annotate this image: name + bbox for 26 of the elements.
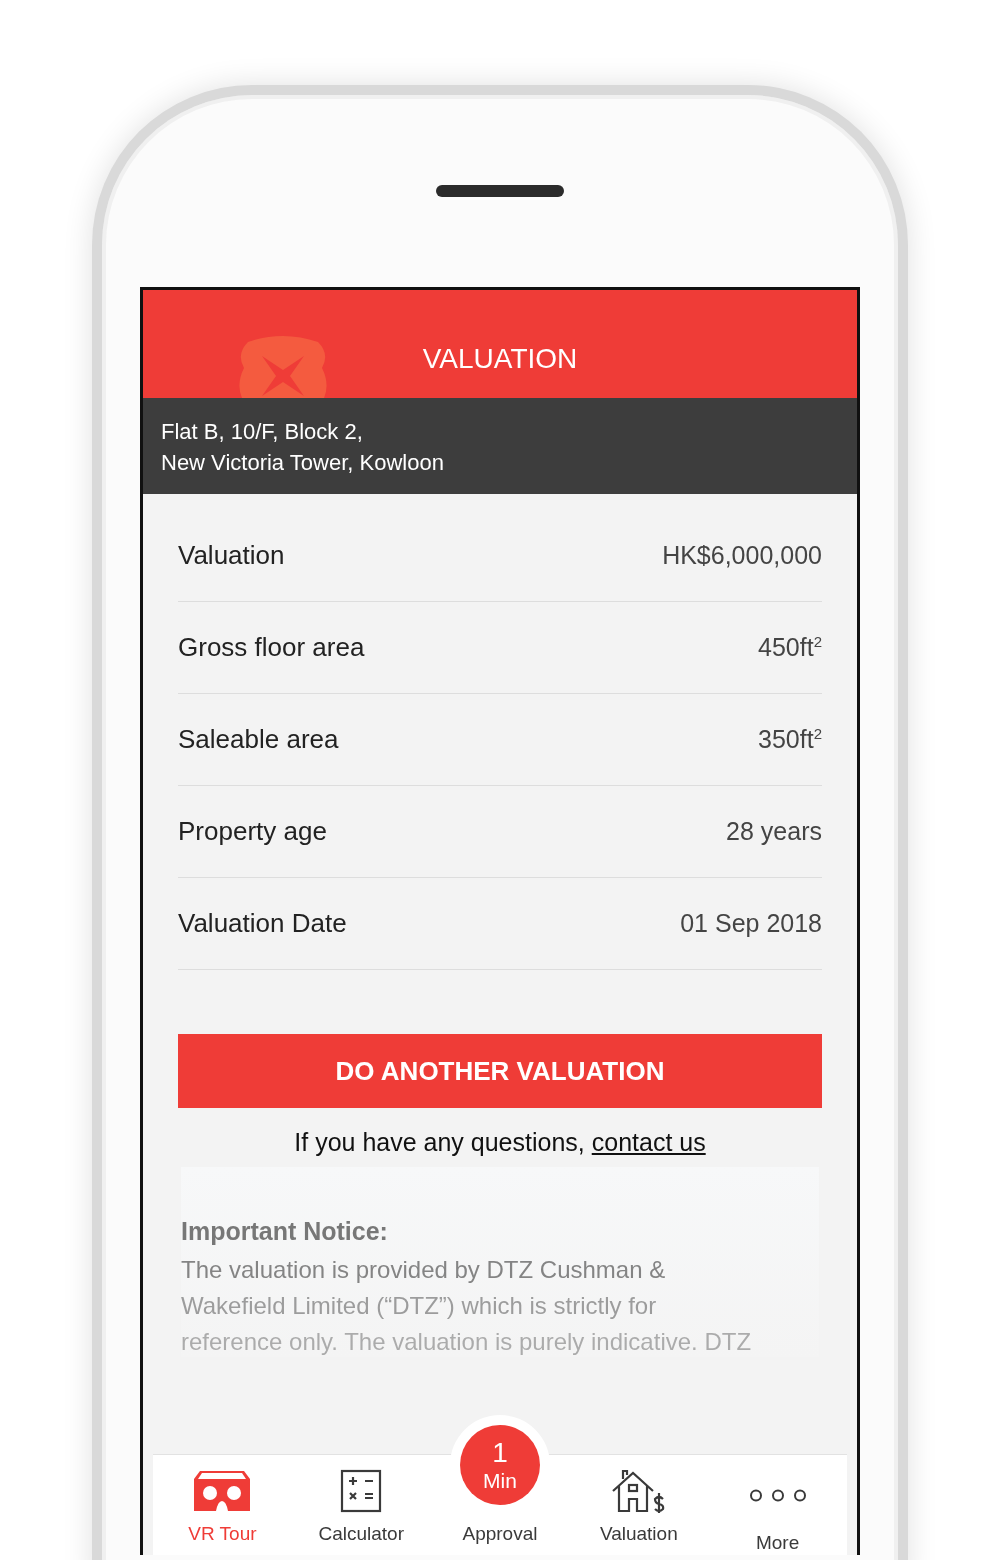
notice-title: Important Notice: — [181, 1217, 389, 1246]
tab-item[interactable]: More — [708, 1455, 847, 1555]
contact-link[interactable]: contact us — [591, 1128, 706, 1156]
screen-title: VALUATION — [422, 343, 578, 375]
detail-value: 450ft$^{2}$ — [758, 632, 822, 663]
detail-value: HK$6,000,000 — [662, 541, 822, 570]
notice-text: Wakefield Limited (“DTZ”) which is strictly for — [181, 1291, 658, 1321]
tab-item[interactable]: 1 Min Approval — [430, 1421, 570, 1555]
tab-item[interactable]: VR Tour — [153, 1455, 292, 1555]
detail-value: 350ft$^{2}$ — [758, 724, 822, 755]
detail-label: Property age — [178, 816, 327, 847]
tab-item[interactable]: Calculator — [291, 1455, 431, 1555]
notice-text: reference only. The valuation is purely indicative. DTZ — [181, 1327, 753, 1357]
notice-text: The valuation is provided by DTZ Cushman & — [181, 1255, 667, 1285]
vr-headset-icon — [192, 1469, 253, 1513]
do-another-valuation-button[interactable]: DO ANOTHER VALUATION — [178, 1034, 822, 1108]
detail-label: Saleable area — [178, 724, 339, 755]
detail-label: Valuation — [178, 540, 285, 571]
address-text: New Victoria Tower, Kowloon — [161, 449, 445, 477]
tab-item[interactable]: Valuation — [569, 1455, 709, 1555]
contact-text: If you have any questions, contact us — [293, 1128, 707, 1157]
address-text: Flat B, 10/F, Block 2, — [161, 418, 364, 446]
detail-value: 28 years — [726, 817, 822, 846]
detail-label: Valuation Date — [178, 908, 347, 939]
detail-value: 01 Sep 2018 — [680, 909, 822, 938]
detail-label: Gross floor area — [178, 632, 365, 663]
